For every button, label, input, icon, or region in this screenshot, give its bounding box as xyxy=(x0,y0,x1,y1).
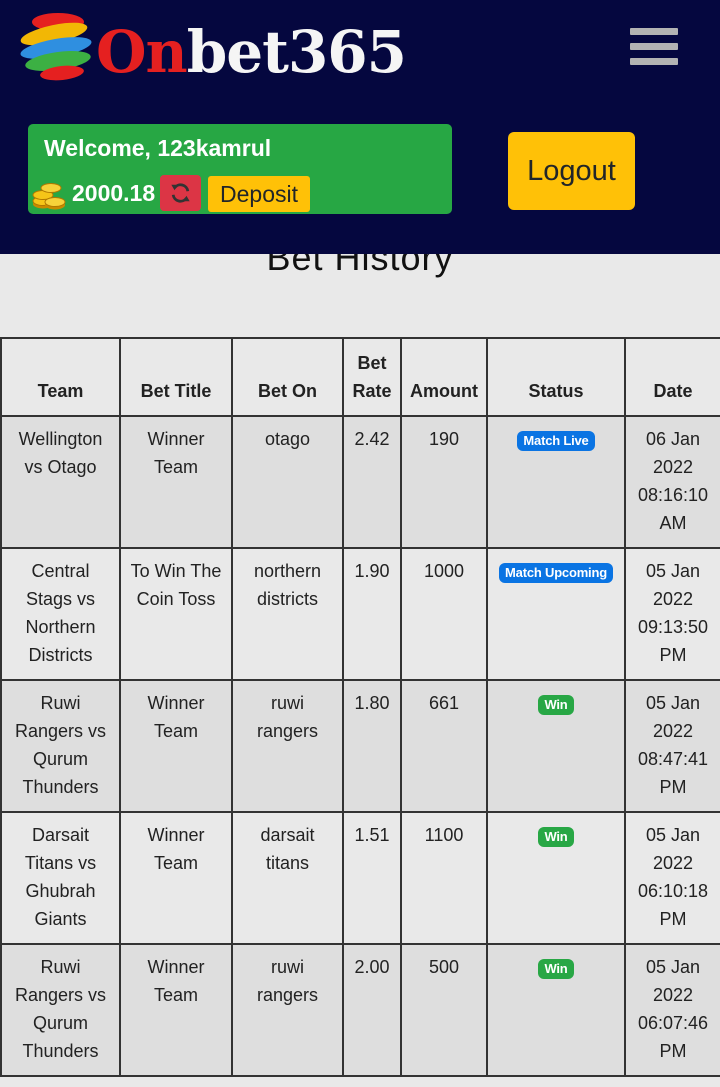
site-logo[interactable]: Onbet365 xyxy=(18,8,407,90)
column-header-team: Team xyxy=(0,337,121,417)
cell-status: Match Upcoming xyxy=(486,547,626,681)
table-row: Darsait Titans vs Ghubrah Giants Winner … xyxy=(0,811,720,945)
coins-icon xyxy=(32,183,66,210)
deposit-button[interactable]: Deposit xyxy=(208,176,310,212)
table-row: Central Stags vs Northern Districts To W… xyxy=(0,547,720,681)
table-row: Ruwi Rangers vs Qurum Thunders Winner Te… xyxy=(0,943,720,1077)
logo-text: Onbet365 xyxy=(96,18,407,86)
refresh-balance-button[interactable] xyxy=(160,175,201,211)
cell-bet-on: ruwi rangers xyxy=(231,679,344,813)
balance-amount: 2000.18 xyxy=(72,180,156,206)
cell-status: Win xyxy=(486,811,626,945)
logo-mark-icon xyxy=(20,13,92,81)
column-header-status: Status xyxy=(486,337,626,417)
status-badge: Match Live xyxy=(517,431,595,451)
cell-team: Wellington vs Otago xyxy=(0,415,121,549)
cell-bet-on: northern districts xyxy=(231,547,344,681)
cell-bet-title: To Win The Coin Toss xyxy=(119,547,233,681)
cell-bet-on: otago xyxy=(231,415,344,549)
menu-icon[interactable] xyxy=(630,28,678,66)
cell-bet-on: darsait titans xyxy=(231,811,344,945)
refresh-icon xyxy=(171,183,190,203)
cell-amount: 1100 xyxy=(400,811,488,945)
cell-date: 05 Jan 2022 06:07:46 PM xyxy=(624,943,720,1077)
cell-team: Ruwi Rangers vs Qurum Thunders xyxy=(0,679,121,813)
logout-button[interactable]: Logout xyxy=(508,132,635,210)
bet-history-table: Team Bet Title Bet On Bet Rate Amount St… xyxy=(0,337,720,1077)
cell-team: Darsait Titans vs Ghubrah Giants xyxy=(0,811,121,945)
logo-text-rest: bet365 xyxy=(186,18,407,86)
cell-bet-rate: 1.90 xyxy=(342,547,402,681)
cell-date: 05 Jan 2022 08:47:41 PM xyxy=(624,679,720,813)
logo-text-highlight: On xyxy=(96,18,188,86)
cell-status: Match Live xyxy=(486,415,626,549)
column-header-bet-on: Bet On xyxy=(231,337,344,417)
cell-team: Central Stags vs Northern Districts xyxy=(0,547,121,681)
welcome-panel: Welcome, 123kamrul 2000.18 Deposit xyxy=(28,124,452,214)
table-row: Wellington vs Otago Winner Team otago 2.… xyxy=(0,415,720,549)
cell-bet-title: Winner Team xyxy=(119,811,233,945)
cell-bet-rate: 2.00 xyxy=(342,943,402,1077)
table-row: Ruwi Rangers vs Qurum Thunders Winner Te… xyxy=(0,679,720,813)
status-badge: Win xyxy=(538,959,574,979)
cell-bet-title: Winner Team xyxy=(119,415,233,549)
cell-date: 05 Jan 2022 09:13:50 PM xyxy=(624,547,720,681)
column-header-bet-title: Bet Title xyxy=(119,337,233,417)
cell-amount: 1000 xyxy=(400,547,488,681)
cell-bet-rate: 2.42 xyxy=(342,415,402,549)
cell-amount: 500 xyxy=(400,943,488,1077)
status-badge: Win xyxy=(538,695,574,715)
site-header: Onbet365 Welcome, 123kamrul 2000.18 Depo… xyxy=(0,0,720,254)
cell-bet-title: Winner Team xyxy=(119,679,233,813)
cell-status: Win xyxy=(486,679,626,813)
cell-bet-rate: 1.51 xyxy=(342,811,402,945)
cell-bet-on: ruwi rangers xyxy=(231,943,344,1077)
column-header-date: Date xyxy=(624,337,720,417)
column-header-bet-rate: Bet Rate xyxy=(342,337,402,417)
cell-amount: 661 xyxy=(400,679,488,813)
status-badge: Match Upcoming xyxy=(499,563,613,583)
cell-date: 05 Jan 2022 06:10:18 PM xyxy=(624,811,720,945)
cell-bet-title: Winner Team xyxy=(119,943,233,1077)
status-badge: Win xyxy=(538,827,574,847)
cell-bet-rate: 1.80 xyxy=(342,679,402,813)
cell-date: 06 Jan 2022 08:16:10 AM xyxy=(624,415,720,549)
column-header-amount: Amount xyxy=(400,337,488,417)
cell-amount: 190 xyxy=(400,415,488,549)
table-header-row: Team Bet Title Bet On Bet Rate Amount St… xyxy=(0,337,720,417)
welcome-text: Welcome, 123kamrul xyxy=(44,135,272,161)
cell-team: Ruwi Rangers vs Qurum Thunders xyxy=(0,943,121,1077)
cell-status: Win xyxy=(486,943,626,1077)
